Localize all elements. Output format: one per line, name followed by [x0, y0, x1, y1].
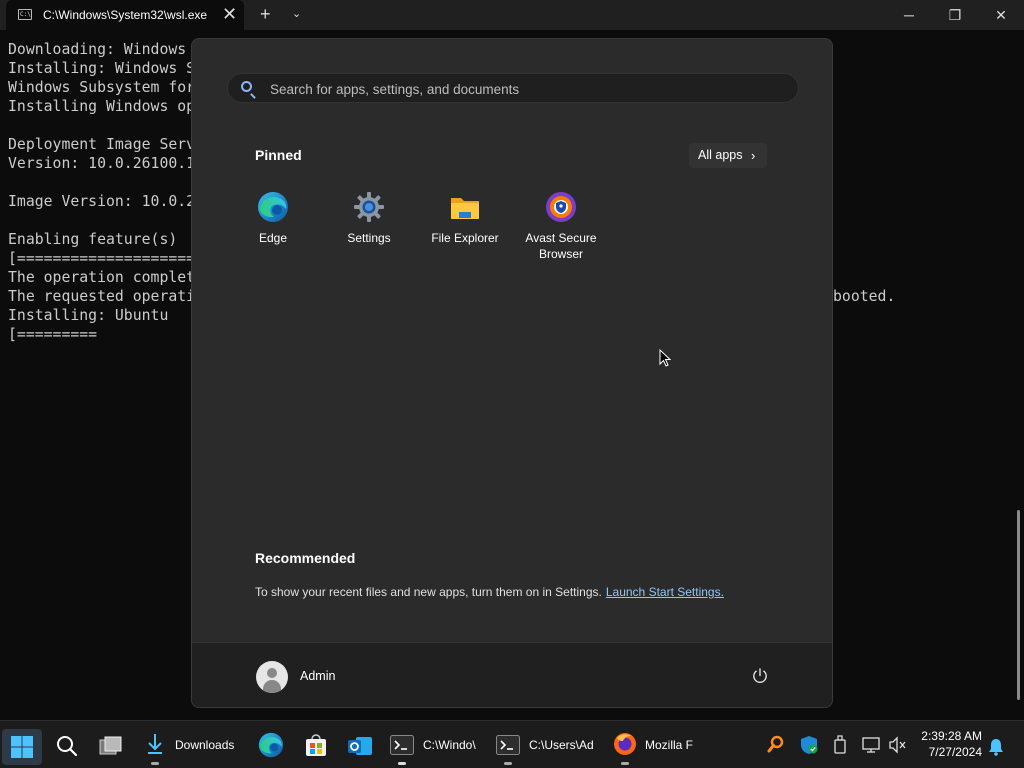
- network-icon[interactable]: [862, 733, 882, 757]
- all-apps-button[interactable]: All apps ›: [689, 143, 767, 168]
- app-label: File Explorer: [431, 231, 499, 245]
- taskbar-item-label: C:\Users\Ad: [529, 738, 594, 752]
- taskbar-item-terminal-1[interactable]: C:\Windo\: [386, 727, 482, 765]
- avast-browser-icon: [546, 192, 576, 222]
- search-icon: [57, 736, 78, 757]
- start-search-input[interactable]: [268, 80, 792, 98]
- terminal-tab-bar: C:\ C:\Windows\System32\wsl.exe ✕ + ⌄ ─ …: [0, 0, 1024, 30]
- avatar[interactable]: [256, 661, 288, 693]
- windows-logo-icon: [11, 736, 33, 758]
- launch-start-settings-link[interactable]: Launch Start Settings.: [606, 585, 724, 599]
- store-icon: [306, 734, 326, 756]
- search-icon: [241, 81, 252, 92]
- running-indicator: [398, 762, 406, 765]
- start-footer: Admin: [192, 642, 832, 707]
- taskbar-item-terminal-2[interactable]: C:\Users\Ad: [492, 727, 600, 765]
- task-view-button[interactable]: [90, 727, 130, 763]
- start-menu: Pinned All apps › Edge: [191, 38, 833, 708]
- edge-icon: [258, 192, 288, 222]
- chevron-right-icon: ›: [751, 148, 756, 163]
- taskbar-item-label: Mozilla F: [645, 738, 694, 752]
- running-indicator: [621, 762, 629, 765]
- restore-button[interactable]: ❐: [932, 0, 978, 30]
- taskbar-item-label: Downloads: [175, 738, 235, 752]
- power-icon[interactable]: [751, 667, 769, 685]
- pinned-app-edge[interactable]: Edge: [225, 189, 321, 269]
- app-label: Edge: [258, 231, 288, 245]
- taskbar-item-label: C:\Windo\: [423, 738, 476, 752]
- pinned-heading: Pinned: [255, 147, 302, 163]
- user-name[interactable]: Admin: [300, 669, 335, 683]
- magnifier-tray-icon[interactable]: [767, 733, 785, 757]
- start-search-box[interactable]: [227, 73, 799, 103]
- close-window-button[interactable]: ✕: [978, 0, 1024, 30]
- cmd-icon: C:\: [18, 9, 32, 20]
- taskbar-item-store[interactable]: [296, 727, 336, 763]
- download-icon: [148, 734, 162, 754]
- recommended-text: To show your recent files and new apps, …: [255, 585, 602, 599]
- pinned-app-settings[interactable]: Settings: [321, 189, 417, 269]
- taskbar: Downloads C:\Windo\ C:\Users\Ad Mozilla …: [0, 720, 1024, 768]
- new-tab-button[interactable]: +: [260, 4, 271, 24]
- pinned-app-avast-secure-browser[interactable]: Avast Secure Browser: [513, 189, 609, 269]
- task-view-icon: [99, 736, 122, 755]
- minimize-button[interactable]: ─: [886, 0, 932, 30]
- app-label: Avast Secure Browser: [525, 231, 597, 261]
- terminal-output[interactable]: Downloading: Windows Installing: Windows…: [8, 40, 195, 344]
- terminal-output-tail: booted.: [833, 288, 896, 305]
- mouse-cursor-icon: [659, 349, 671, 367]
- app-label: Settings: [347, 231, 391, 245]
- all-apps-label: All apps: [698, 148, 743, 162]
- clock-date: 7/27/2024: [928, 745, 982, 759]
- clock[interactable]: 2:39:28 AM 7/27/2024: [912, 728, 982, 760]
- outlook-icon: [348, 737, 372, 755]
- taskbar-item-edge[interactable]: [252, 727, 292, 763]
- taskbar-search-button[interactable]: [46, 727, 86, 763]
- notification-bell-icon[interactable]: [988, 735, 1004, 759]
- settings-gear-icon: [354, 192, 384, 222]
- terminal-icon: [496, 735, 520, 755]
- recommended-message: To show your recent files and new apps, …: [255, 585, 724, 599]
- device-tray-icon[interactable]: [833, 733, 847, 757]
- edge-icon: [258, 732, 284, 758]
- folder-icon: [451, 198, 479, 219]
- tab-dropdown-button[interactable]: ⌄: [292, 7, 301, 20]
- running-indicator: [504, 762, 512, 765]
- defender-shield-icon[interactable]: [799, 733, 819, 757]
- recommended-heading: Recommended: [255, 550, 356, 566]
- running-indicator: [151, 762, 159, 765]
- close-tab-icon[interactable]: ✕: [222, 4, 237, 24]
- clock-time: 2:39:28 AM: [921, 729, 982, 743]
- taskbar-item-firefox[interactable]: Mozilla F: [608, 727, 704, 765]
- taskbar-item-outlook[interactable]: [340, 727, 380, 763]
- terminal-icon: [390, 735, 414, 755]
- taskbar-item-downloads[interactable]: Downloads: [140, 727, 240, 765]
- terminal-tab[interactable]: C:\ C:\Windows\System32\wsl.exe ✕: [6, 0, 244, 30]
- firefox-icon: [614, 733, 636, 755]
- tab-title: C:\Windows\System32\wsl.exe: [43, 8, 208, 22]
- pinned-app-file-explorer[interactable]: File Explorer: [417, 189, 513, 269]
- start-button[interactable]: [0, 727, 44, 765]
- volume-muted-icon[interactable]: [889, 733, 907, 757]
- terminal-scrollbar[interactable]: [1017, 510, 1020, 700]
